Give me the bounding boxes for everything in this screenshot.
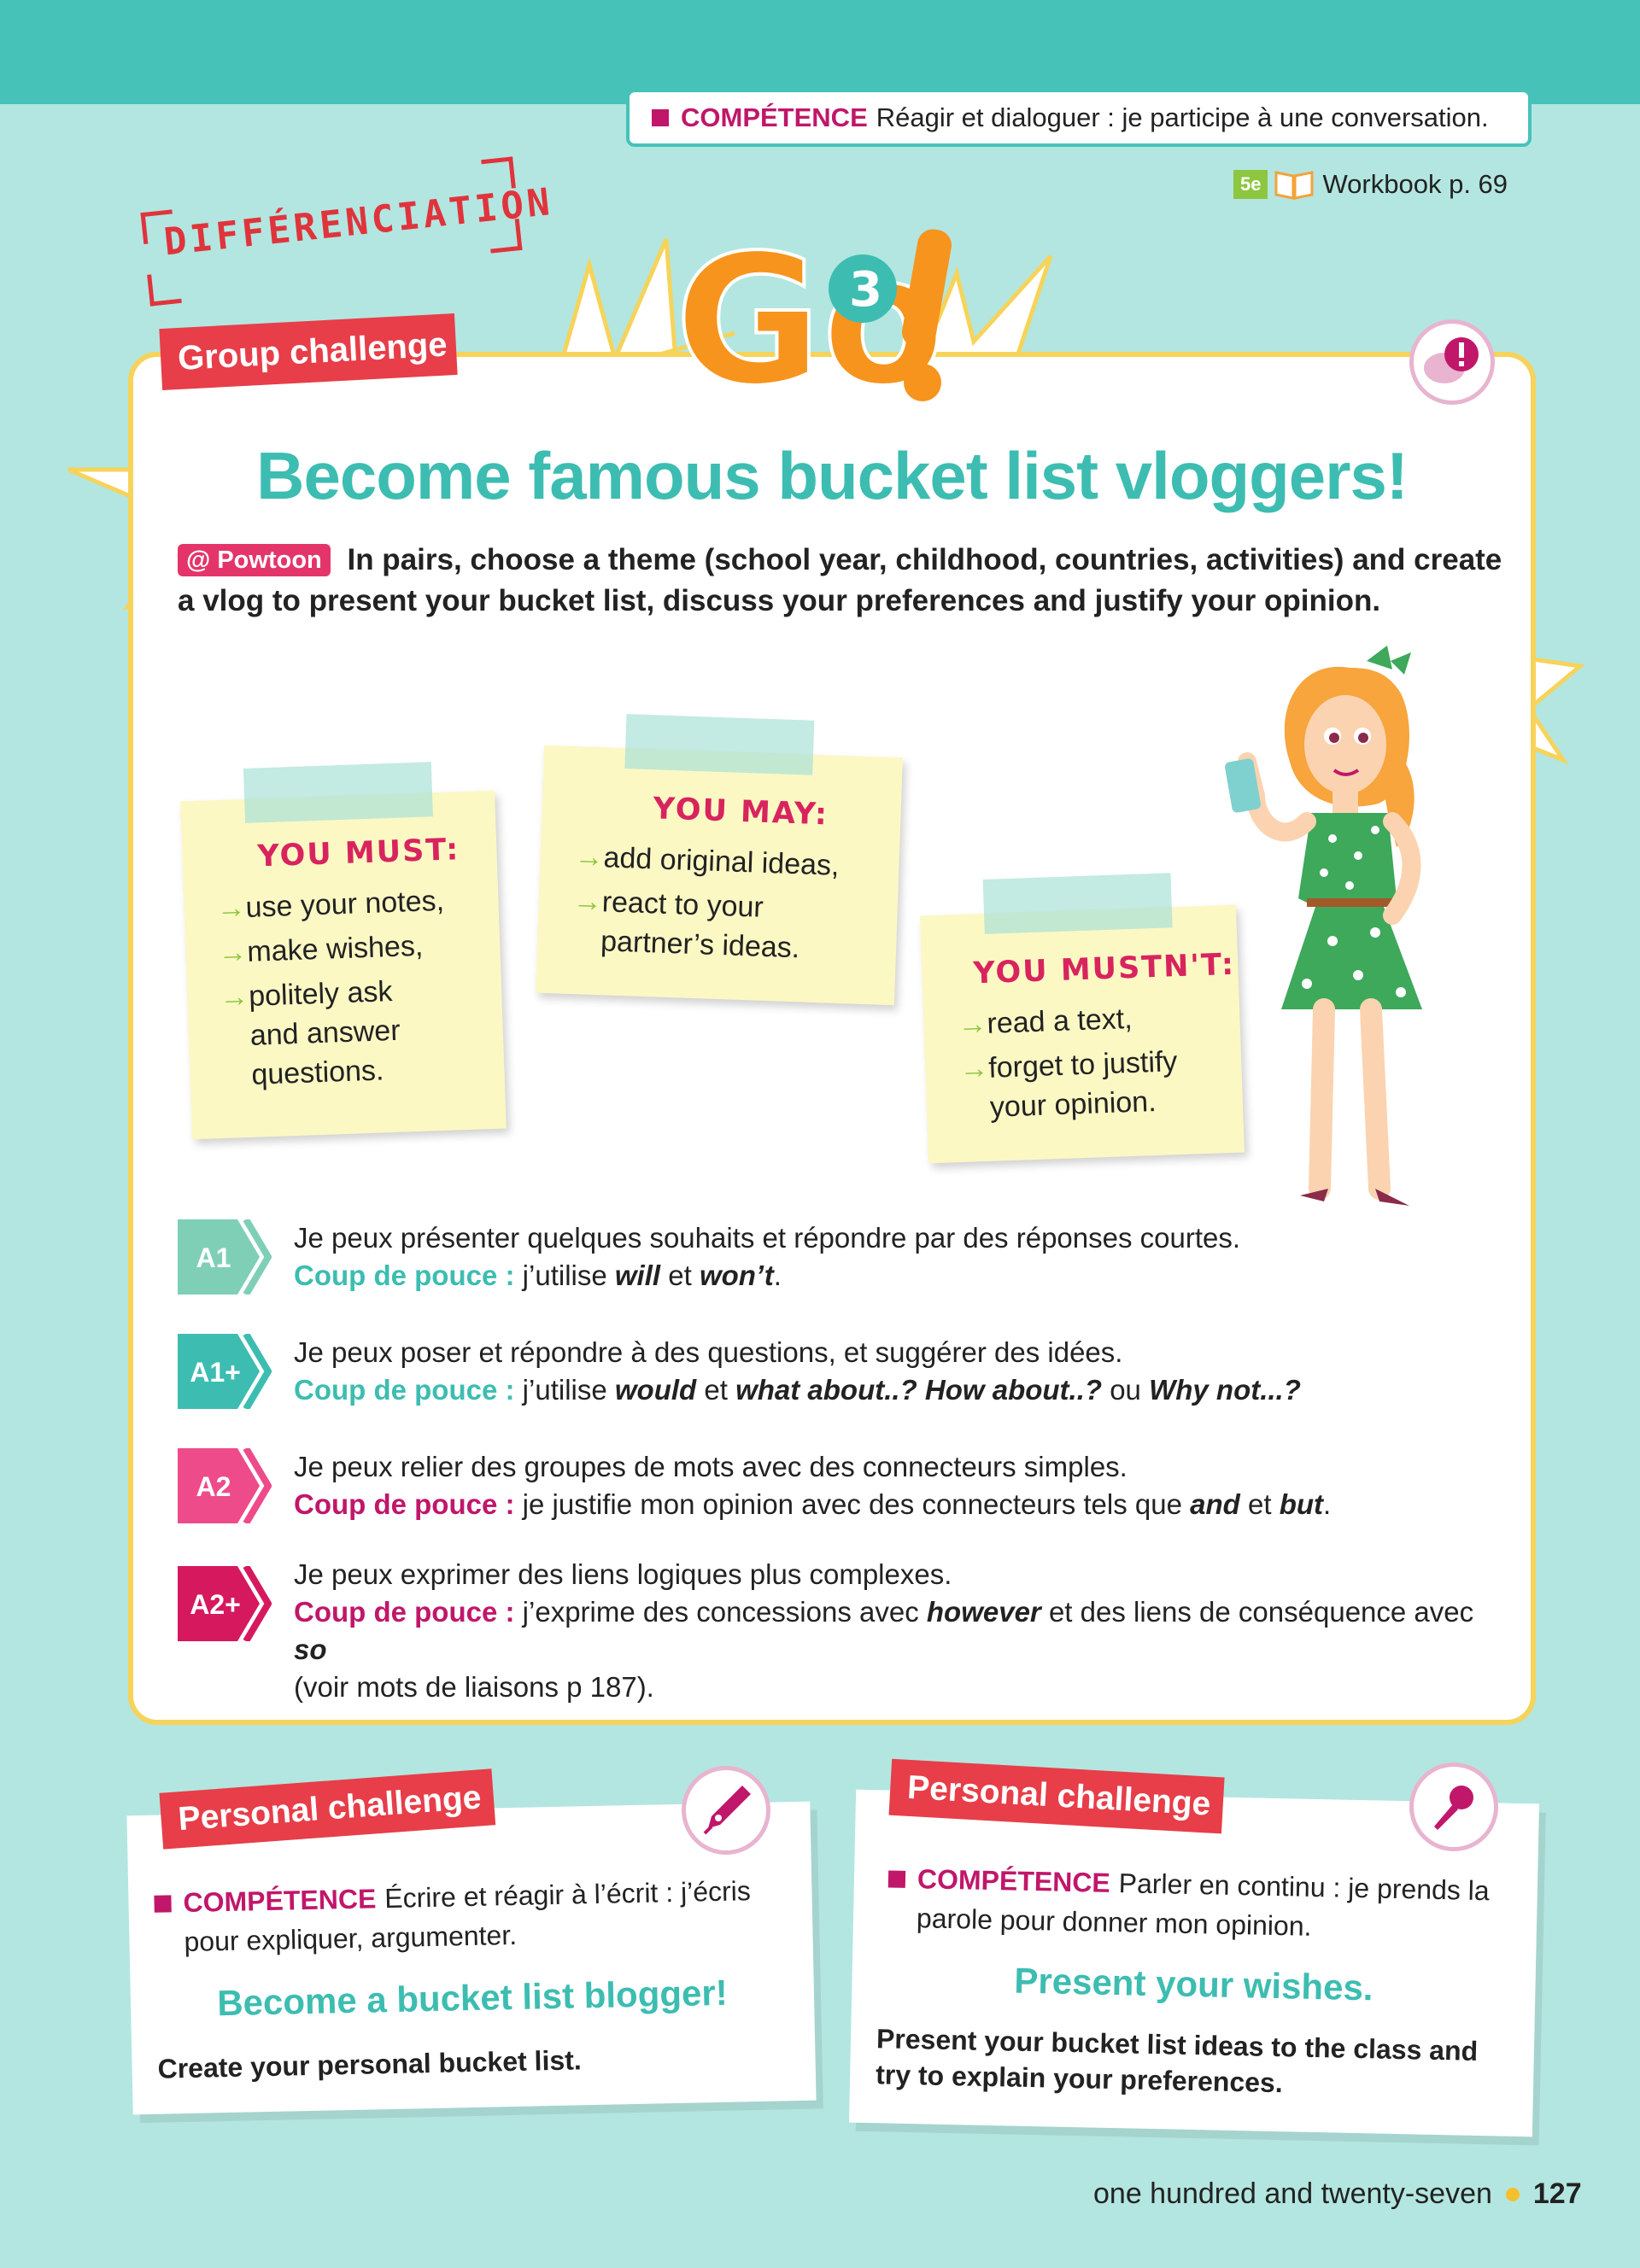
competence-text: Réagir et dialoguer : je participe à une…: [876, 102, 1489, 132]
tape-decoration: [982, 873, 1173, 934]
personal-challenge-text: Present your bucket list ideas to the cl…: [875, 2023, 1479, 2099]
fountain-pen-icon: [682, 1766, 770, 1855]
svg-text:A2+: A2+: [190, 1589, 241, 1620]
level-description: Je peux exprimer des liens logiques plus…: [294, 1556, 1510, 1706]
note-you-must: YOU MUST: → use your notes, → make wishes,…: [180, 762, 507, 1140]
arrow-icon: →: [957, 1007, 988, 1042]
competence-speaking: COMPÉTENCE Parler en continu : je prends …: [887, 1858, 1504, 1949]
arrow-icon: →: [572, 885, 603, 919]
level-statement: Je peux présenter quelques souhaits et r…: [294, 1222, 1241, 1254]
personal-challenge-title: Present your wishes.: [1013, 1960, 1374, 2008]
list-item: → read a text,: [958, 997, 1177, 1044]
tape-decoration: [624, 714, 815, 775]
tape-decoration: [243, 762, 433, 823]
square-bullet-icon: [887, 1870, 906, 1888]
level-row-a1: A1 Je peux présenter quelques souhaits e…: [178, 1219, 1510, 1298]
competence-header: COMPÉTENCE Réagir et dialoguer : je part…: [626, 89, 1532, 147]
level-hint: Coup de pouce : j’utilise will et won’t.: [294, 1260, 782, 1291]
microphone-icon: [1409, 1762, 1498, 1851]
level-badge-a2: A2: [178, 1448, 272, 1523]
level-hint: Coup de pouce : j’exprime des concession…: [294, 1596, 1474, 1665]
level-statement: Je peux relier des groupes de mots avec …: [294, 1451, 1128, 1482]
level-description: Je peux poser et répondre à des question…: [294, 1334, 1301, 1409]
page-number: 127: [1532, 2177, 1582, 2210]
page-number-words: one hundred and twenty-seven: [1093, 2177, 1492, 2210]
square-bullet-icon: [154, 1895, 172, 1913]
arrow-icon: →: [215, 891, 247, 926]
arrow-icon: →: [217, 935, 249, 970]
list-item-continued: questions.: [250, 1054, 384, 1091]
note-title: YOU MUST:: [256, 833, 460, 874]
arrow-icon: →: [573, 840, 605, 874]
note-you-mustnt: YOU MUSTN'T: → read a text, → forget to ju…: [920, 873, 1245, 1164]
speech-bubble-icon: [1409, 319, 1495, 405]
list-item: → use your notes,: [216, 881, 445, 928]
personal-challenge-text: Create your personal bucket list.: [157, 2044, 583, 2084]
challenge-title: Become famous bucket list vloggers!: [256, 438, 1409, 513]
powtoon-tag: @ Powtoon: [178, 544, 331, 576]
personal-challenge-ribbon: Personal challenge: [159, 1768, 496, 1850]
list-item: → make wishes,: [218, 926, 447, 973]
workbook-reference: 5e Workbook p. 69: [1233, 169, 1508, 200]
level-description: Je peux présenter quelques souhaits et r…: [294, 1219, 1240, 1295]
svg-text:A2: A2: [196, 1471, 231, 1502]
level-hint: Coup de pouce : je justifie mon opinion …: [294, 1488, 1332, 1520]
level-description: Je peux relier des groupes de mots avec …: [294, 1448, 1331, 1523]
open-book-icon: [1274, 171, 1314, 200]
svg-text:A1+: A1+: [190, 1357, 241, 1388]
note-list: → read a text, → forget to justify your op…: [958, 997, 1180, 1128]
challenge-instructions: @ Powtoon In pairs, choose a theme (scho…: [178, 540, 1510, 622]
girl-with-phone-illustration: [1224, 646, 1422, 1206]
competence-writing: COMPÉTENCE Écrire et réagir à l’écrit : j…: [154, 1871, 770, 1962]
instructions-text: In pairs, choose a theme (school year, c…: [178, 543, 1502, 617]
level-badge-a1: A1: [178, 1219, 272, 1295]
footer-dot: [1505, 2187, 1520, 2201]
page-footer: one hundred and twenty-seven 127: [1093, 2177, 1582, 2211]
competence-label: COMPÉTENCE: [681, 102, 868, 132]
level-statement: Je peux poser et répondre à des question…: [294, 1336, 1123, 1368]
note-title: YOU MAY:: [652, 792, 829, 833]
note-list: → use your notes, → make wishes, → politely…: [216, 881, 451, 1096]
list-item-continued: partner’s ideas.: [600, 925, 800, 965]
arrow-icon: →: [219, 979, 249, 1014]
go-logo-number: 3: [849, 262, 882, 318]
list-item-continued: your opinion.: [989, 1085, 1157, 1124]
personal-challenge-title: Become a bucket list blogger!: [216, 1972, 729, 2024]
level-hint: Coup de pouce : j’utilise would et what …: [294, 1374, 1301, 1406]
note-title: YOU MUSTN'T:: [972, 947, 1236, 991]
note-you-may: YOU MAY: → add original ideas, → react to …: [536, 714, 903, 1006]
level-badge-a1-plus: A1+: [178, 1334, 272, 1409]
note-list: → add original ideas, → react to your part…: [571, 837, 840, 969]
level-row-a2: A2 Je peux relier des groupes de mots av…: [178, 1448, 1510, 1527]
level-row-a1-plus: A1+ Je peux poser et répondre à des ques…: [178, 1334, 1510, 1412]
level-badge-a2-plus: A2+: [178, 1566, 272, 1641]
personal-challenge-ribbon: Personal challenge: [888, 1758, 1225, 1834]
list-item: → add original ideas,: [574, 837, 840, 886]
workbook-page: Workbook p. 69: [1322, 169, 1508, 199]
arrow-icon: →: [958, 1051, 989, 1086]
square-bullet-icon: [652, 109, 669, 126]
svg-text:A1: A1: [196, 1242, 231, 1273]
level-row-a2-plus: A2+ Je peux exprimer des liens logiques …: [178, 1558, 1510, 1703]
level-hint-continued: (voir mots de liaisons p 187).: [294, 1671, 654, 1703]
go-logo: Go 3: [675, 214, 952, 408]
level-badge: 5e: [1233, 170, 1268, 199]
level-statement: Je peux exprimer des liens logiques plus…: [294, 1558, 952, 1590]
